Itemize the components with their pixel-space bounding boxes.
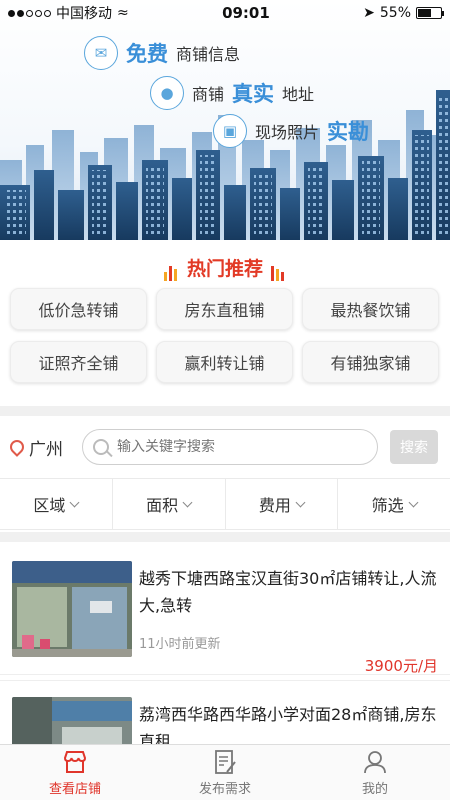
chevron-down-icon [408, 497, 419, 507]
tab-post-request[interactable]: 发布需求 [150, 745, 300, 800]
feature-highlight: 真实 [232, 82, 275, 106]
filter-more[interactable]: 筛选 [338, 479, 450, 529]
feature-free-info: ✉ 免费 商铺信息 [84, 36, 240, 70]
feature-text: 商铺信息 [176, 45, 241, 64]
location-pin-icon [7, 437, 27, 457]
tab-label: 查看店铺 [48, 782, 101, 797]
shop-icon [63, 751, 87, 773]
feature-prefix: 现场照片 [255, 123, 320, 142]
filter-label: 面积 [146, 496, 179, 515]
photo-icon: ▣ [213, 114, 247, 148]
feature-prefix: 商铺 [192, 85, 225, 104]
chat-bubble-icon: ✉ [84, 36, 118, 70]
bottom-tab-bar: 查看店铺 发布需求 我的 [0, 744, 450, 800]
filter-label: 费用 [258, 496, 291, 515]
wifi-icon: ≈ [117, 5, 129, 21]
feature-onsite-photos: ▣ 现场照片 实勘 [213, 114, 369, 148]
app-screen: ✉ 免费 商铺信息 ● 商铺 真实 地址 ▣ 现场照片 实勘 中国移动 ≈ 09:01 … [0, 0, 450, 800]
tab-label: 我的 [361, 782, 388, 797]
search-box[interactable] [82, 429, 378, 465]
filter-bar: 区域 面积 费用 筛选 [0, 478, 450, 530]
hot-title-text: 热门推荐 [186, 258, 263, 280]
tab-profile[interactable]: 我的 [300, 745, 450, 800]
tab-view-shops[interactable]: 查看店铺 [0, 745, 150, 800]
chevron-down-icon [295, 497, 306, 507]
city-name: 广州 [29, 439, 63, 460]
tag-landlord-direct[interactable]: 房东直租铺 [156, 288, 293, 330]
status-bar: 中国移动 ≈ 09:01 ➤ 55% [0, 0, 450, 26]
search-button[interactable]: 搜索 [390, 430, 438, 464]
listing-item[interactable]: 越秀下塘西路宝汉直街30㎡店铺转让,人流大,急转 11小时前更新 3900元/月 [0, 545, 450, 675]
city-selector[interactable]: 广州 [7, 435, 82, 460]
tag-profitable-transfer[interactable]: 赢利转让铺 [156, 341, 293, 383]
filter-label: 筛选 [371, 496, 404, 515]
tag-exclusive[interactable]: 有铺独家铺 [302, 341, 439, 383]
tab-label: 发布需求 [198, 782, 251, 797]
location-arrow-icon: ➤ [363, 5, 375, 21]
signal-strength-icon [8, 9, 51, 17]
section-divider [0, 532, 450, 542]
search-input[interactable] [117, 439, 357, 455]
battery-icon [416, 7, 444, 19]
feature-highlight: 实勘 [327, 120, 370, 144]
chevron-down-icon [69, 497, 80, 507]
filter-district[interactable]: 区域 [0, 479, 113, 529]
filter-cost[interactable]: 费用 [226, 479, 339, 529]
hot-tags-grid: 低价急转铺 房东直租铺 最热餐饮铺 证照齐全铺 赢利转让铺 有铺独家铺 [10, 288, 440, 383]
listing-title: 越秀下塘西路宝汉直街30㎡店铺转让,人流大,急转 [139, 569, 437, 615]
hot-section-title: 热门推荐 [0, 254, 450, 281]
feature-real-address: ● 商铺 真实 地址 [150, 76, 314, 110]
feature-suffix: 地址 [282, 85, 315, 104]
search-row: 广州 搜索 [0, 420, 450, 474]
feature-highlight: 免费 [126, 42, 168, 66]
chevron-down-icon [182, 497, 193, 507]
tag-full-license[interactable]: 证照齐全铺 [10, 341, 147, 383]
promo-banner[interactable]: ✉ 免费 商铺信息 ● 商铺 真实 地址 ▣ 现场照片 实勘 [0, 0, 450, 240]
bar-chart-icon [271, 259, 286, 281]
listing-updated-time: 11小时前更新 [139, 637, 221, 652]
tag-hot-dining[interactable]: 最热餐饮铺 [302, 288, 439, 330]
bar-chart-icon [163, 259, 179, 281]
filter-area[interactable]: 面积 [113, 479, 226, 529]
carrier-name: 中国移动 [56, 6, 112, 22]
clock: 09:01 [222, 4, 270, 22]
edit-document-icon [215, 750, 236, 774]
city-skyline-illustration [0, 90, 450, 240]
battery-percent: 55% [379, 5, 411, 21]
section-divider [0, 406, 450, 416]
user-icon [364, 751, 386, 774]
listing-price: 3900元/月 [364, 657, 438, 675]
tag-low-price-transfer[interactable]: 低价急转铺 [10, 288, 147, 330]
location-pin-icon: ● [150, 76, 184, 110]
shop-photo [12, 561, 132, 657]
filter-label: 区域 [33, 496, 66, 515]
search-icon [93, 439, 109, 455]
